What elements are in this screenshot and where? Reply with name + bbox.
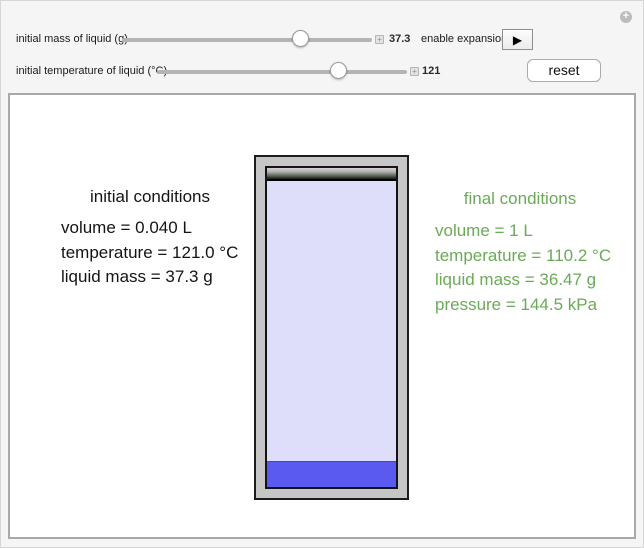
temperature-slider-track[interactable] (157, 70, 407, 74)
reset-button[interactable]: reset (527, 59, 601, 82)
final-conditions-title: final conditions (430, 189, 610, 209)
final-conditions-block: volume = 1 L temperature = 110.2 °C liqu… (435, 219, 611, 317)
final-pressure: pressure = 144.5 kPa (435, 293, 611, 318)
initial-conditions-title: initial conditions (40, 187, 260, 207)
enable-expansion-label: enable expansion (421, 33, 507, 45)
final-temperature: temperature = 110.2 °C (435, 244, 611, 269)
cylinder-graphic (254, 155, 409, 500)
initial-temperature: temperature = 121.0 °C (61, 241, 238, 266)
temperature-slider-expand-button[interactable]: + (410, 67, 419, 76)
manipulate-options-icon[interactable]: + (620, 11, 632, 23)
display-panel: initial conditions volume = 0.040 L temp… (8, 93, 636, 539)
play-button[interactable]: ▶ (502, 29, 533, 50)
initial-volume: volume = 0.040 L (61, 216, 238, 241)
demonstration-window: initial mass of liquid (g) + 37.3 enable… (0, 0, 644, 548)
final-liquid-mass: liquid mass = 36.47 g (435, 268, 611, 293)
temperature-slider-thumb[interactable] (330, 62, 347, 79)
mass-slider-thumb[interactable] (292, 30, 309, 47)
play-icon: ▶ (513, 33, 522, 47)
mass-slider-label: initial mass of liquid (g) (16, 33, 128, 45)
mass-slider-expand-button[interactable]: + (375, 35, 384, 44)
mass-slider-value: 37.3 (389, 33, 410, 45)
cylinder-cavity (265, 166, 398, 489)
initial-conditions-block: volume = 0.040 L temperature = 121.0 °C … (61, 216, 238, 290)
liquid-region (267, 461, 396, 487)
temperature-slider-label: initial temperature of liquid (°C) (16, 65, 167, 77)
initial-liquid-mass: liquid mass = 37.3 g (61, 265, 238, 290)
mass-slider-track[interactable] (122, 38, 372, 42)
temperature-slider-value: 121 (422, 65, 440, 77)
piston (267, 168, 396, 181)
final-volume: volume = 1 L (435, 219, 611, 244)
